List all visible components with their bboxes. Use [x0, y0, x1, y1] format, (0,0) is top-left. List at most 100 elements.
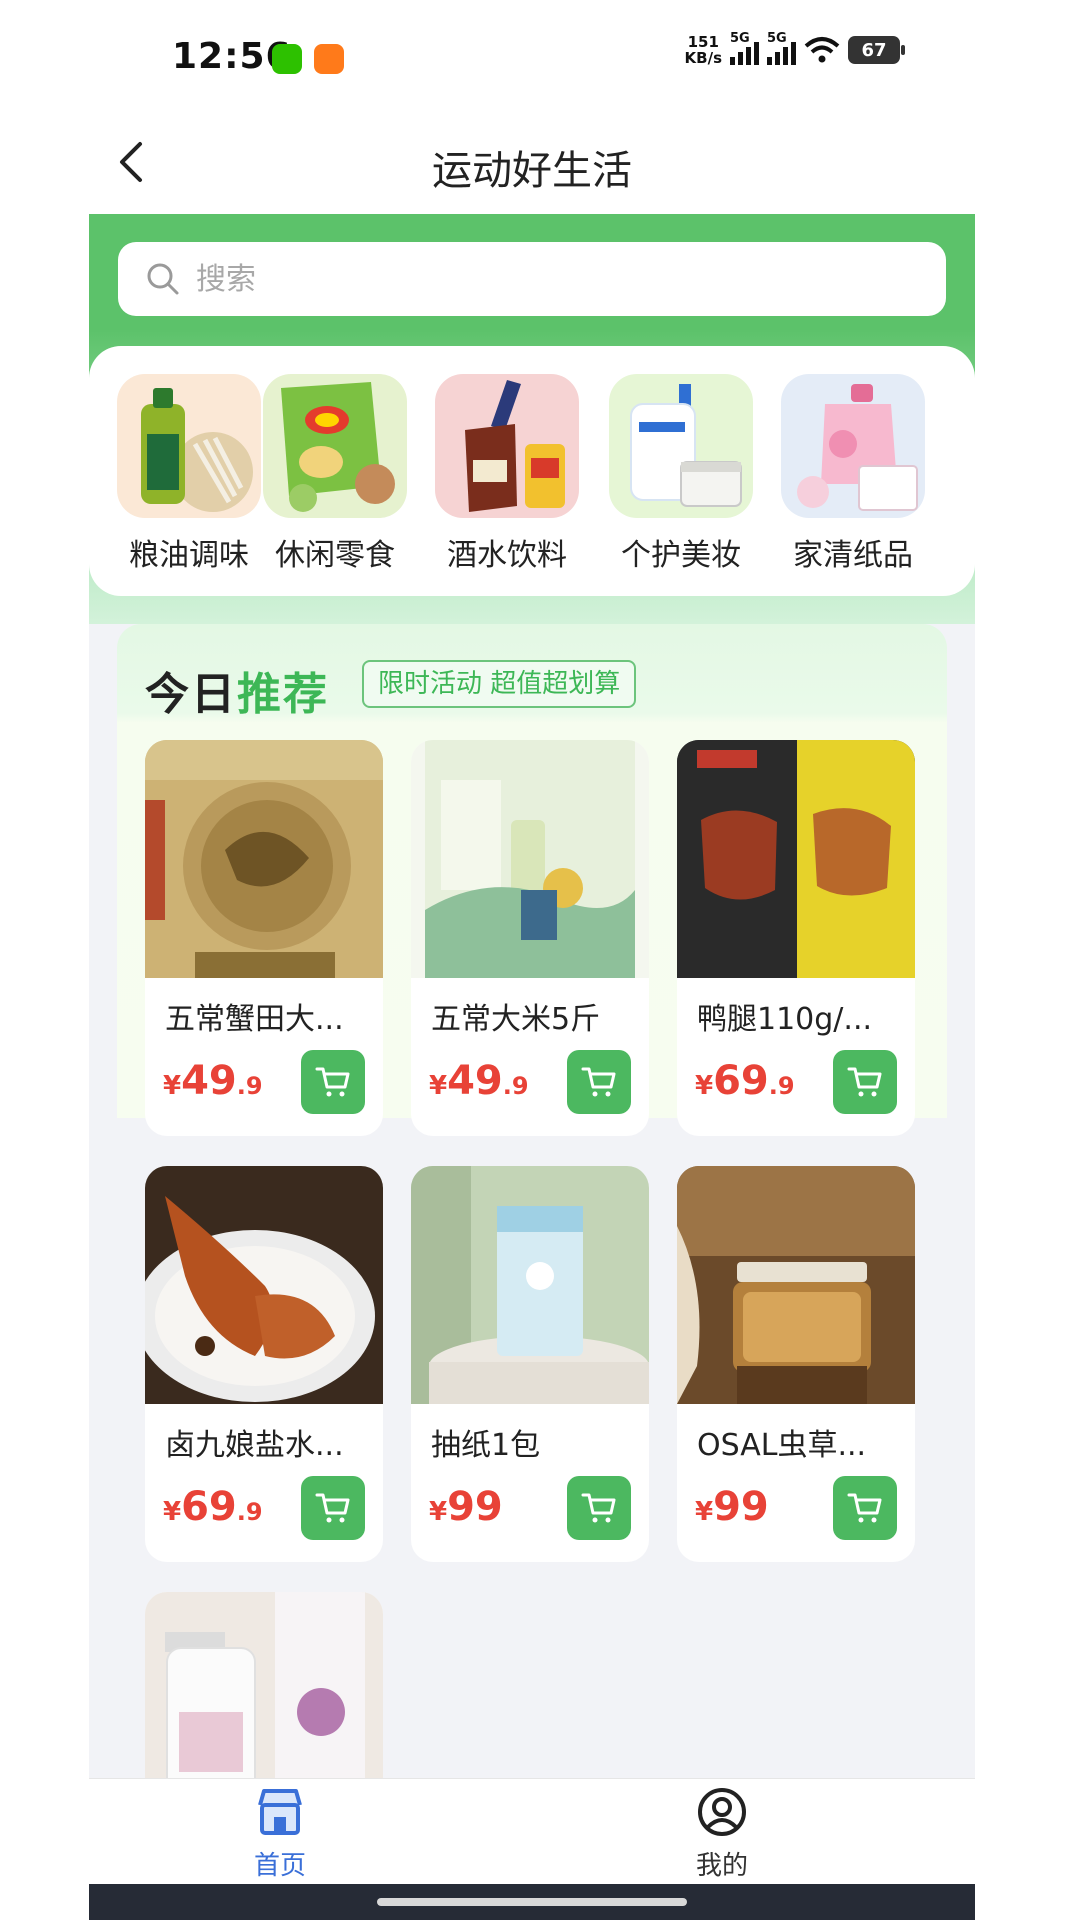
product-name: OSAL虫草... [697, 1428, 867, 1463]
nav-home[interactable]: 首页 [220, 1787, 340, 1882]
store-home-icon [258, 1789, 302, 1835]
price-currency: ¥ [163, 1071, 182, 1101]
product-name: 鸭腿110g/... [697, 1002, 873, 1037]
price-decimal: .9 [236, 1072, 263, 1100]
product-price: ¥99 [695, 1484, 769, 1530]
category-item-drinks[interactable]: 酒水饮料 [435, 374, 579, 574]
product-card[interactable]: OSAL虫草... ¥99 [677, 1166, 915, 1562]
add-to-cart-button[interactable] [567, 1050, 631, 1114]
signal-label-1: 5G [730, 31, 750, 46]
price-currency: ¥ [429, 1071, 448, 1101]
cooking-oil-icon [117, 374, 261, 518]
product-image [145, 740, 383, 978]
category-item-household[interactable]: 家清纸品 [781, 374, 925, 574]
cart-icon [581, 1067, 616, 1097]
product-name: 抽纸1包 [431, 1428, 541, 1463]
home-indicator[interactable] [377, 1898, 687, 1906]
cart-icon [315, 1493, 350, 1523]
network-speed-unit: KB/s [684, 49, 722, 67]
nav-home-label: 首页 [253, 1851, 306, 1881]
product-card[interactable]: 卤九娘盐水... ¥69.9 [145, 1166, 383, 1562]
product-image [145, 1592, 383, 1778]
product-image [677, 740, 915, 978]
search-bar[interactable] [118, 242, 946, 316]
price-integer: 99 [447, 1484, 503, 1530]
product-image [411, 740, 649, 978]
product-image [411, 1166, 649, 1404]
price-integer: 69 [713, 1058, 769, 1104]
skincare-icon [609, 374, 753, 518]
search-input[interactable] [196, 261, 896, 297]
product-name: 五常蟹田大... [165, 1002, 344, 1037]
wifi-icon [804, 36, 840, 64]
product-card[interactable]: 抽纸1包 ¥99 [411, 1166, 649, 1562]
signal-icon-2: 5G [767, 31, 796, 65]
promo-tag: 限时活动 超值超划算 [362, 660, 637, 708]
product-price: ¥99 [429, 1484, 503, 1530]
taobao-notification-icon [314, 44, 344, 74]
add-to-cart-button[interactable] [833, 1476, 897, 1540]
price-currency: ¥ [163, 1497, 182, 1527]
product-image [145, 1166, 383, 1404]
app-header: 运动好生活 [89, 110, 975, 214]
add-to-cart-button[interactable] [567, 1476, 631, 1540]
product-card[interactable]: 五常蟹田大... ¥49.9 [145, 740, 383, 1136]
price-decimal: .9 [502, 1072, 529, 1100]
price-currency: ¥ [695, 1071, 714, 1101]
cart-icon [847, 1493, 882, 1523]
product-card[interactable] [145, 1592, 383, 1778]
battery-level: 67 [861, 39, 887, 61]
signal-icon-1: 5G [730, 31, 759, 65]
app-screen: 12:56 151 KB/s 5G 5G 67 运动好生活 搜索 粮油调味 休闲… [0, 0, 1080, 1920]
price-integer: 69 [181, 1484, 237, 1530]
cart-icon [581, 1493, 616, 1523]
product-feed: 今日推荐 限时活动 超值超划算 五常蟹田大... ¥49.9 五常大米5斤 ¥4… [89, 624, 975, 1778]
add-to-cart-button[interactable] [833, 1050, 897, 1114]
recommend-title-plain: 今日 [145, 669, 237, 720]
price-integer: 49 [181, 1058, 237, 1104]
network-speed-value: 151 [687, 33, 719, 51]
product-card[interactable]: 鸭腿110g/... ¥69.9 [677, 740, 915, 1136]
product-price: ¥69.9 [695, 1058, 795, 1104]
product-price: ¥49.9 [429, 1058, 529, 1104]
bottom-nav: 首页 我的 [89, 1778, 975, 1884]
category-label: 休闲零食 [275, 538, 395, 573]
search-icon [147, 263, 179, 295]
price-currency: ¥ [429, 1497, 448, 1527]
category-item-personal-care[interactable]: 个护美妆 [609, 374, 753, 574]
product-name: 五常大米5斤 [431, 1002, 601, 1037]
price-integer: 49 [447, 1058, 503, 1104]
product-card[interactable]: 五常大米5斤 ¥49.9 [411, 740, 649, 1136]
price-decimal: .9 [236, 1498, 263, 1526]
cart-icon [315, 1067, 350, 1097]
price-decimal: .9 [768, 1072, 795, 1100]
category-label: 酒水饮料 [447, 538, 567, 573]
category-item-grain-oil[interactable]: 粮油调味 [117, 374, 261, 574]
cart-icon [847, 1067, 882, 1097]
liquor-drink-icon [435, 374, 579, 518]
add-to-cart-button[interactable] [301, 1476, 365, 1540]
price-integer: 99 [713, 1484, 769, 1530]
status-bar: 12:56 151 KB/s 5G 5G 67 [0, 0, 1080, 110]
user-profile-icon [698, 1788, 746, 1836]
household-cleaning-icon [781, 374, 925, 518]
nav-mine-label: 我的 [695, 1851, 748, 1881]
price-currency: ¥ [695, 1497, 714, 1527]
add-to-cart-button[interactable] [301, 1050, 365, 1114]
product-price: ¥49.9 [163, 1058, 263, 1104]
snack-chips-icon [263, 374, 407, 518]
category-label: 家清纸品 [793, 538, 913, 573]
category-label: 粮油调味 [129, 538, 249, 573]
nav-mine[interactable]: 我的 [662, 1787, 782, 1882]
product-image [677, 1166, 915, 1404]
recommend-title: 今日推荐 [145, 658, 329, 722]
category-item-snacks[interactable]: 休闲零食 [263, 374, 407, 574]
category-label: 个护美妆 [621, 538, 741, 573]
wechat-notification-icon [272, 44, 302, 74]
product-price: ¥69.9 [163, 1484, 263, 1530]
system-nav-bar [89, 1884, 975, 1920]
recommend-title-accent: 推荐 [237, 669, 329, 720]
signal-label-2: 5G [767, 31, 787, 46]
category-row: 粮油调味 休闲零食 酒水饮料 个护美妆 家清纸品 [89, 346, 975, 596]
page-title: 运动好生活 [432, 148, 632, 194]
